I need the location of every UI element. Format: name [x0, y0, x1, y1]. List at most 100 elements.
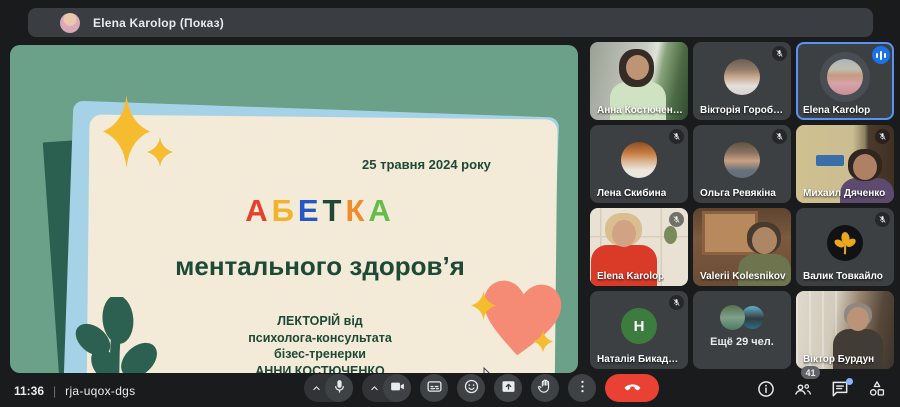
avatar: [724, 142, 760, 178]
people-icon: [793, 379, 813, 402]
sparkle-icon: [147, 137, 173, 167]
mouse-cursor: [483, 367, 495, 373]
meeting-meta: 11:36 | rja-uqox-dgs: [14, 384, 135, 398]
microphone-control-group: [304, 374, 353, 402]
slide-subtitle: ментального здоров’я: [90, 251, 550, 282]
speaking-indicator-icon: [872, 46, 890, 64]
microphone-options-chevron[interactable]: [304, 374, 325, 402]
microphone-icon: [331, 378, 348, 398]
participant-grid: Анна Костюченко Вікторія Горобець Elena Ka…: [590, 42, 894, 372]
mic-off-icon: [772, 129, 787, 144]
avatar: [621, 142, 657, 178]
participant-name: Михаил Дяченко: [803, 188, 885, 199]
camera-icon: [389, 378, 406, 398]
presenter-label: Elena Karolop (Показ): [93, 16, 224, 30]
participant-tile[interactable]: Elena Karolop: [796, 42, 894, 120]
participant-name: Лена Скибина: [597, 188, 666, 199]
participant-tile[interactable]: Elena Karolop: [590, 208, 688, 286]
slide-body-text: ЛЕКТОРІЙ відпсихолога-консультатабізес-т…: [170, 313, 470, 373]
camera-options-chevron[interactable]: [362, 374, 383, 402]
slide-title-letter: Т: [323, 193, 346, 228]
participant-tile[interactable]: Лена Скибина: [590, 125, 688, 203]
mic-off-icon: [875, 129, 890, 144]
avatar: [724, 59, 760, 95]
captions-button[interactable]: [420, 374, 448, 402]
leaf-avatar-icon: [832, 230, 859, 257]
present-button[interactable]: [494, 374, 522, 402]
participant-tile[interactable]: Валик Товкайло: [796, 208, 894, 286]
meta-divider: |: [53, 384, 56, 398]
chat-button[interactable]: [829, 379, 851, 401]
participant-name: Наталія Бикадор...: [597, 354, 683, 365]
participant-tile[interactable]: Н Наталія Бикадор...: [590, 291, 688, 369]
presenter-avatar: [60, 13, 80, 33]
clock: 11:36: [14, 384, 44, 398]
reactions-button[interactable]: [457, 374, 485, 402]
info-icon: [756, 379, 776, 402]
mic-off-icon: [875, 212, 890, 227]
participant-tile[interactable]: Ольга Ревякіна: [693, 125, 791, 203]
more-options-button[interactable]: [568, 374, 596, 402]
participant-name: Ольга Ревякіна: [700, 188, 776, 199]
overflow-tile[interactable]: Ещё 29 чел.: [693, 291, 791, 369]
call-controls: [304, 374, 659, 402]
chat-notification-dot: [846, 378, 853, 385]
avatar: Н: [621, 308, 657, 344]
participant-name: Вікторія Горобець: [700, 105, 786, 116]
avatar: [720, 305, 745, 330]
slide-body-line: АННИ КОСТЮЧЕНКО: [170, 363, 470, 374]
present-icon: [500, 378, 517, 398]
overflow-avatars: [693, 305, 791, 330]
participant-name: Валик Товкайло: [803, 271, 883, 282]
slide-title: АБЕТКА: [100, 193, 540, 229]
people-button[interactable]: 41: [792, 379, 814, 401]
slide-title-letter: А: [245, 193, 271, 228]
more-options-icon: [574, 378, 591, 398]
participant-name: Elena Karolop: [597, 271, 664, 282]
captions-icon: [426, 378, 443, 398]
camera-button[interactable]: [383, 374, 411, 402]
participant-count-badge: 41: [801, 366, 820, 379]
presenter-pill: Elena Karolop (Показ): [28, 8, 873, 37]
slide-date: 25 травня 2024 року: [362, 157, 512, 172]
slide-body-line: ЛЕКТОРІЙ від: [170, 313, 470, 330]
info-button[interactable]: [755, 379, 777, 401]
participant-tile[interactable]: Віктор Бурдун: [796, 291, 894, 369]
participant-name: Valerii Kolesnikov: [700, 271, 786, 282]
avatar: [827, 225, 863, 261]
overflow-count-label: Ещё 29 чел.: [693, 336, 791, 348]
participant-name: Анна Костюченко: [597, 105, 683, 116]
sparkle-icon: [103, 95, 150, 168]
participant-tile[interactable]: Valerii Kolesnikov: [693, 208, 791, 286]
activities-icon: [867, 379, 887, 402]
participant-tile[interactable]: Анна Костюченко: [590, 42, 688, 120]
raise-hand-button[interactable]: [531, 374, 559, 402]
slide-title-letter: Е: [298, 193, 323, 228]
raise-hand-icon: [537, 378, 554, 398]
reactions-icon: [463, 378, 480, 398]
sparkle-icon: [533, 330, 553, 353]
panel-controls: 41: [755, 379, 888, 401]
end-call-icon: [622, 376, 643, 400]
shared-screen-tile[interactable]: 25 травня 2024 року АБЕТКА ментального з…: [10, 45, 578, 373]
participant-name: Віктор Бурдун: [803, 354, 874, 365]
activities-button[interactable]: [866, 379, 888, 401]
sparkle-icon: [471, 291, 496, 320]
mic-off-icon: [772, 46, 787, 61]
participant-name: Elena Karolop: [803, 105, 870, 116]
participant-tile[interactable]: Вікторія Горобець: [693, 42, 791, 120]
camera-control-group: [362, 374, 411, 402]
slide-title-letter: К: [345, 193, 368, 228]
slide-title-letter: А: [368, 193, 394, 228]
slide-body-line: бізес-тренерки: [170, 346, 470, 363]
slide-body-line: психолога-консультата: [170, 330, 470, 347]
meet-window: Elena Karolop (Показ) 25 травня 2024 рок…: [0, 0, 900, 407]
end-call-button[interactable]: [605, 374, 659, 402]
mic-off-icon: [669, 295, 684, 310]
slide-title-letter: Б: [272, 193, 298, 228]
participant-tile[interactable]: Михаил Дяченко: [796, 125, 894, 203]
meeting-code: rja-uqox-dgs: [65, 384, 135, 398]
microphone-button[interactable]: [325, 374, 353, 402]
mic-off-icon: [669, 129, 684, 144]
mic-off-icon: [669, 212, 684, 227]
